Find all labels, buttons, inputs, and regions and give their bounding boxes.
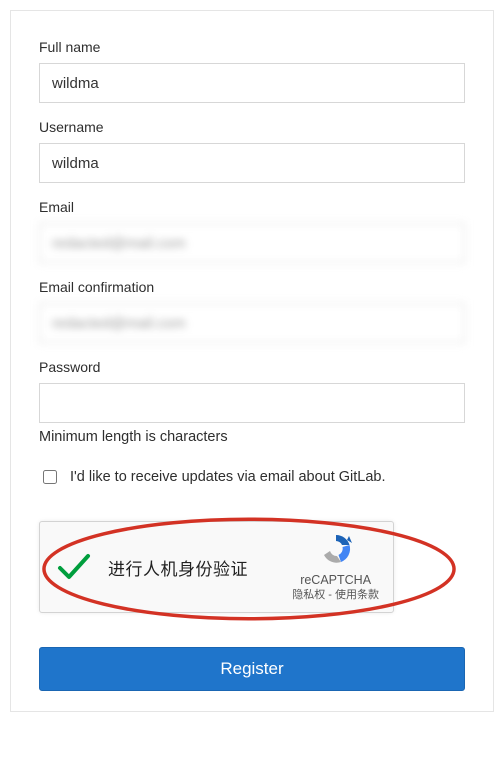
register-button[interactable]: Register <box>39 647 465 691</box>
email-confirm-input[interactable] <box>39 303 465 343</box>
checkmark-icon <box>54 547 94 587</box>
register-form-card: Full name Username Email Email confirmat… <box>10 10 494 712</box>
email-group: Email <box>39 199 465 263</box>
captcha-brand: reCAPTCHA <box>292 572 379 588</box>
username-group: Username <box>39 119 465 183</box>
captcha-links[interactable]: 隐私权 - 使用条款 <box>292 588 379 602</box>
captcha-branding: reCAPTCHA 隐私权 - 使用条款 <box>292 532 379 603</box>
email-input[interactable] <box>39 223 465 263</box>
email-confirm-label: Email confirmation <box>39 279 465 295</box>
newsletter-label: I'd like to receive updates via email ab… <box>70 469 386 485</box>
fullname-group: Full name <box>39 39 465 103</box>
password-input[interactable] <box>39 383 465 423</box>
password-group: Password <box>39 359 465 423</box>
password-helper: Minimum length is characters <box>39 429 465 445</box>
email-label: Email <box>39 199 465 215</box>
recaptcha-widget[interactable]: 进行人机身份验证 reCAPTCHA 隐私权 - 使用条款 <box>39 521 394 613</box>
username-input[interactable] <box>39 143 465 183</box>
captcha-area: 进行人机身份验证 reCAPTCHA 隐私权 - 使用条款 <box>39 509 465 629</box>
newsletter-row: I'd like to receive updates via email ab… <box>39 467 465 487</box>
username-label: Username <box>39 119 465 135</box>
recaptcha-logo-icon <box>292 532 379 570</box>
email-confirm-group: Email confirmation <box>39 279 465 343</box>
fullname-label: Full name <box>39 39 465 55</box>
password-label: Password <box>39 359 465 375</box>
fullname-input[interactable] <box>39 63 465 103</box>
newsletter-checkbox[interactable] <box>43 470 57 484</box>
captcha-text: 进行人机身份验证 <box>94 555 292 580</box>
